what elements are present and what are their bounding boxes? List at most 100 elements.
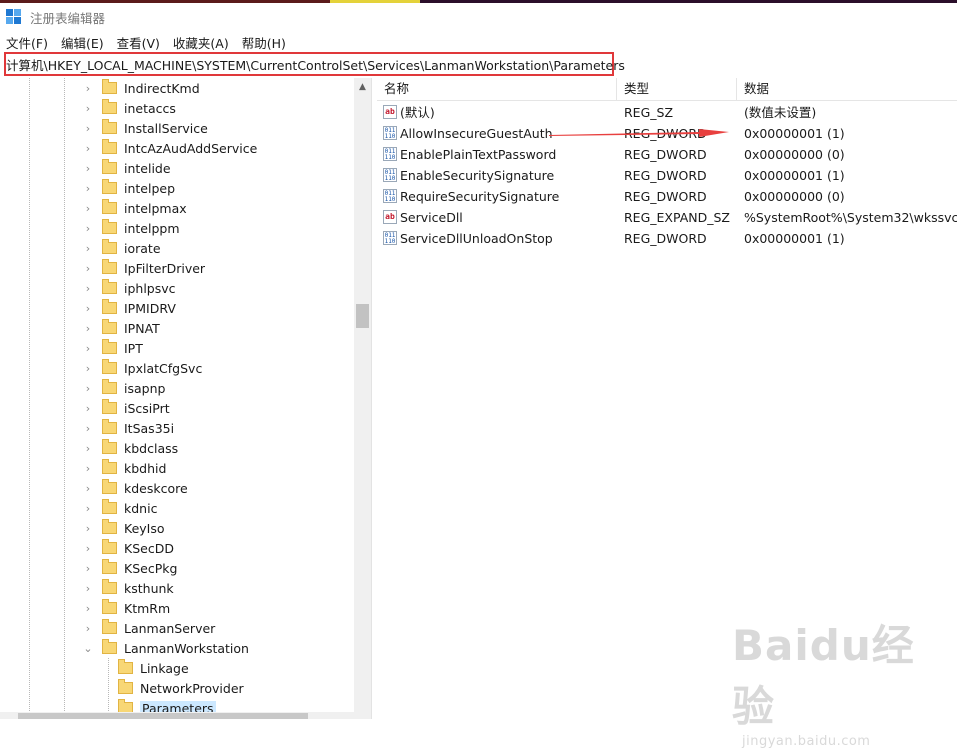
tree-node[interactable]: › LanmanServer — [86, 618, 215, 638]
chevron-right-icon[interactable]: › — [82, 578, 94, 598]
chevron-right-icon[interactable]: › — [82, 338, 94, 358]
chevron-right-icon[interactable]: › — [82, 318, 94, 338]
tree-node[interactable]: › IpxlatCfgSvc — [86, 358, 202, 378]
chevron-right-icon[interactable]: › — [82, 378, 94, 398]
value-row[interactable]: ab (默认) REG_SZ (数值未设置) — [377, 102, 957, 123]
tree-node[interactable]: › isapnp — [86, 378, 165, 398]
tree-node[interactable]: › IPNAT — [86, 318, 160, 338]
tree-node[interactable]: › IPT — [86, 338, 143, 358]
folder-icon — [102, 139, 117, 154]
tree-node[interactable]: › KSecPkg — [86, 558, 177, 578]
folder-icon — [102, 459, 117, 474]
chevron-right-icon[interactable]: › — [82, 198, 94, 218]
chevron-right-icon[interactable]: › — [82, 438, 94, 458]
key-tree[interactable]: › IndirectKmd › inetaccs › InstallService › Int… — [0, 78, 354, 719]
tree-node[interactable]: Linkage — [118, 658, 189, 678]
chevron-right-icon[interactable]: › — [82, 298, 94, 318]
tree-node[interactable]: › kbdhid — [86, 458, 166, 478]
tree-vertical-scrollbar[interactable]: ▲ — [354, 78, 371, 719]
chevron-right-icon[interactable]: › — [82, 478, 94, 498]
tree-node[interactable]: › kbdclass — [86, 438, 178, 458]
chevron-right-icon[interactable]: › — [82, 218, 94, 238]
value-row[interactable]: ab ServiceDll REG_EXPAND_SZ %SystemRoot%\Sy… — [377, 207, 957, 228]
tree-node[interactable]: › kdeskcore — [86, 478, 188, 498]
chevron-right-icon[interactable]: › — [82, 178, 94, 198]
tree-node[interactable]: › intelpmax — [86, 198, 187, 218]
tree-node[interactable]: NetworkProvider — [118, 678, 244, 698]
tree-node[interactable]: › InstallService — [86, 118, 208, 138]
tree-node[interactable]: › ksthunk — [86, 578, 174, 598]
tree-node[interactable]: › IntcAzAudAddService — [86, 138, 257, 158]
tree-node[interactable]: › IndirectKmd — [86, 78, 200, 98]
folder-icon — [102, 79, 117, 94]
tree-node[interactable]: › iorate — [86, 238, 161, 258]
chevron-right-icon[interactable]: › — [82, 518, 94, 538]
tree-node[interactable]: › KeyIso — [86, 518, 165, 538]
scroll-thumb[interactable] — [356, 304, 369, 328]
chevron-right-icon[interactable]: › — [82, 98, 94, 118]
tree-node[interactable]: › intelide — [86, 158, 171, 178]
address-bar[interactable]: 计算机\HKEY_LOCAL_MACHINE\SYSTEM\CurrentCon… — [4, 52, 625, 76]
folder-icon — [102, 279, 117, 294]
tree-node-label: intelpep — [124, 180, 176, 196]
tree-node[interactable]: › IpFilterDriver — [86, 258, 205, 278]
chevron-down-icon[interactable]: ⌄ — [82, 638, 94, 658]
column-header-type[interactable]: 类型 — [617, 78, 737, 100]
menu-help[interactable]: 帮助(H) — [242, 33, 286, 52]
chevron-right-icon[interactable]: › — [82, 418, 94, 438]
chevron-right-icon[interactable]: › — [82, 458, 94, 478]
value-name: (默认) — [400, 105, 435, 120]
column-header-data[interactable]: 数据 — [737, 78, 957, 100]
registry-editor-app-icon — [6, 9, 22, 25]
tree-node[interactable]: › KSecDD — [86, 538, 174, 558]
tree-node[interactable]: › KtmRm — [86, 598, 170, 618]
value-row[interactable]: 011 110 EnableSecuritySignature REG_DWORD 0… — [377, 165, 957, 186]
menu-favorites[interactable]: 收藏夹(A) — [173, 33, 229, 52]
tree-node[interactable]: › IPMIDRV — [86, 298, 176, 318]
value-row[interactable]: 011 110 RequireSecuritySignature REG_DWORD… — [377, 186, 957, 207]
tree-node[interactable]: › iScsiPrt — [86, 398, 170, 418]
tree-node[interactable]: ⌄ LanmanWorkstation — [83, 638, 249, 658]
value-name: EnableSecuritySignature — [400, 168, 555, 183]
chevron-right-icon[interactable]: › — [82, 358, 94, 378]
tree-node-label: iphlpsvc — [124, 280, 176, 296]
chevron-right-icon[interactable]: › — [82, 158, 94, 178]
chevron-right-icon[interactable]: › — [82, 598, 94, 618]
menu-file[interactable]: 文件(F) — [6, 33, 48, 52]
chevron-right-icon[interactable]: › — [82, 558, 94, 578]
address-path[interactable]: 计算机\HKEY_LOCAL_MACHINE\SYSTEM\CurrentCon… — [6, 55, 625, 74]
folder-icon — [102, 579, 117, 594]
value-row[interactable]: 011 110 ServiceDllUnloadOnStop REG_DWORD 0x… — [377, 228, 957, 249]
folder-icon — [118, 679, 133, 694]
chevron-right-icon[interactable]: › — [82, 138, 94, 158]
tree-node[interactable]: › inetaccs — [86, 98, 176, 118]
tree-node[interactable]: › iphlpsvc — [86, 278, 176, 298]
folder-icon — [102, 519, 117, 534]
tree-horizontal-scrollbar[interactable] — [0, 712, 354, 719]
value-row[interactable]: 011 110 EnablePlainTextPassword REG_DWORD 0… — [377, 144, 957, 165]
chevron-right-icon[interactable]: › — [82, 258, 94, 278]
tree-node[interactable]: › ItSas35i — [86, 418, 174, 438]
folder-icon — [102, 299, 117, 314]
column-header-name[interactable]: 名称 — [377, 78, 617, 100]
chevron-right-icon[interactable]: › — [82, 78, 94, 98]
chevron-right-icon[interactable]: › — [82, 618, 94, 638]
tree-node[interactable]: › intelppm — [86, 218, 180, 238]
list-header: 名称 类型 数据 — [377, 78, 957, 101]
scroll-up-arrow-icon[interactable]: ▲ — [354, 78, 371, 95]
chevron-right-icon[interactable]: › — [82, 538, 94, 558]
folder-icon — [102, 339, 117, 354]
scroll-thumb[interactable] — [18, 713, 308, 719]
menu-edit[interactable]: 编辑(E) — [61, 33, 104, 52]
chevron-right-icon[interactable]: › — [82, 398, 94, 418]
dword-value-icon: 011 110 — [383, 231, 397, 245]
value-name: RequireSecuritySignature — [400, 189, 560, 204]
chevron-right-icon[interactable]: › — [82, 118, 94, 138]
value-data: 0x00000001 (1) — [744, 168, 845, 183]
chevron-right-icon[interactable]: › — [82, 238, 94, 258]
chevron-right-icon[interactable]: › — [82, 278, 94, 298]
tree-node[interactable]: › kdnic — [86, 498, 157, 518]
tree-node[interactable]: › intelpep — [86, 178, 175, 198]
menu-view[interactable]: 查看(V) — [117, 33, 160, 52]
chevron-right-icon[interactable]: › — [82, 498, 94, 518]
